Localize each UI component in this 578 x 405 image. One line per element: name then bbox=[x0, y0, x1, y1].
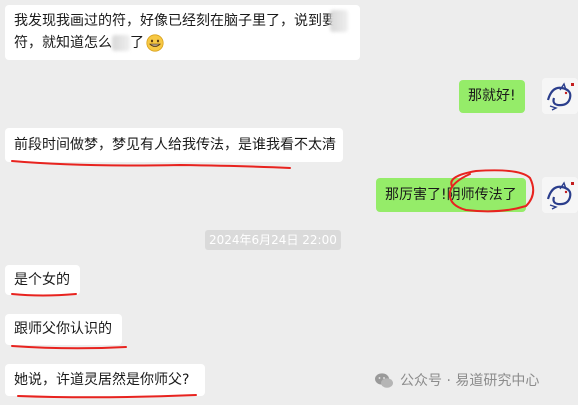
message-7-text: 她说，许道灵居然是你师父? bbox=[14, 372, 190, 388]
message-bubble-6[interactable]: 跟师父你认识的 bbox=[5, 314, 122, 345]
red-underline-3 bbox=[11, 160, 291, 169]
message-1-line-2: 符，就知道怎么了 bbox=[14, 32, 351, 54]
blurred-text bbox=[330, 10, 348, 32]
dragon-avatar-icon bbox=[542, 177, 578, 213]
message-6-text: 跟师父你认识的 bbox=[14, 321, 112, 337]
watermark: 公众号 · 易道研究中心 bbox=[374, 369, 539, 393]
wechat-icon bbox=[375, 373, 393, 388]
red-underline-6 bbox=[11, 345, 127, 350]
message-5-text: 是个女的 bbox=[14, 272, 70, 288]
message-bubble-5[interactable]: 是个女的 bbox=[5, 265, 80, 295]
grin-emoji-icon bbox=[146, 34, 164, 52]
message-4-text-a: 那厉害了! bbox=[385, 187, 447, 203]
timestamp: 2024年6月24日 22:00 bbox=[205, 230, 341, 250]
message-bubble-3[interactable]: 前段时间做梦，梦见有人给我传法，是谁我看不太清 bbox=[5, 128, 343, 162]
watermark-text: 公众号 · 易道研究中心 bbox=[400, 373, 540, 389]
message-bubble-4[interactable]: 那厉害了!阴师传法了 bbox=[376, 178, 526, 212]
message-4-text-b: 阴师传法了 bbox=[446, 187, 517, 203]
my-avatar[interactable] bbox=[542, 177, 578, 213]
my-avatar[interactable] bbox=[542, 78, 578, 114]
dragon-avatar-icon bbox=[542, 78, 578, 114]
message-bubble-7[interactable]: 她说，许道灵居然是你师父? bbox=[5, 364, 205, 396]
blurred-text bbox=[112, 35, 130, 51]
message-bubble-1[interactable]: 我发现我画过的符，好像已经刻在脑子里了，说到要 符，就知道怎么了 bbox=[5, 5, 360, 60]
message-1-line-1: 我发现我画过的符，好像已经刻在脑子里了，说到要 bbox=[14, 13, 336, 29]
message-3-text: 前段时间做梦，梦见有人给我传法，是谁我看不太清 bbox=[14, 137, 336, 153]
message-2-text: 那就好! bbox=[468, 88, 516, 104]
message-bubble-2[interactable]: 那就好! bbox=[459, 80, 525, 113]
